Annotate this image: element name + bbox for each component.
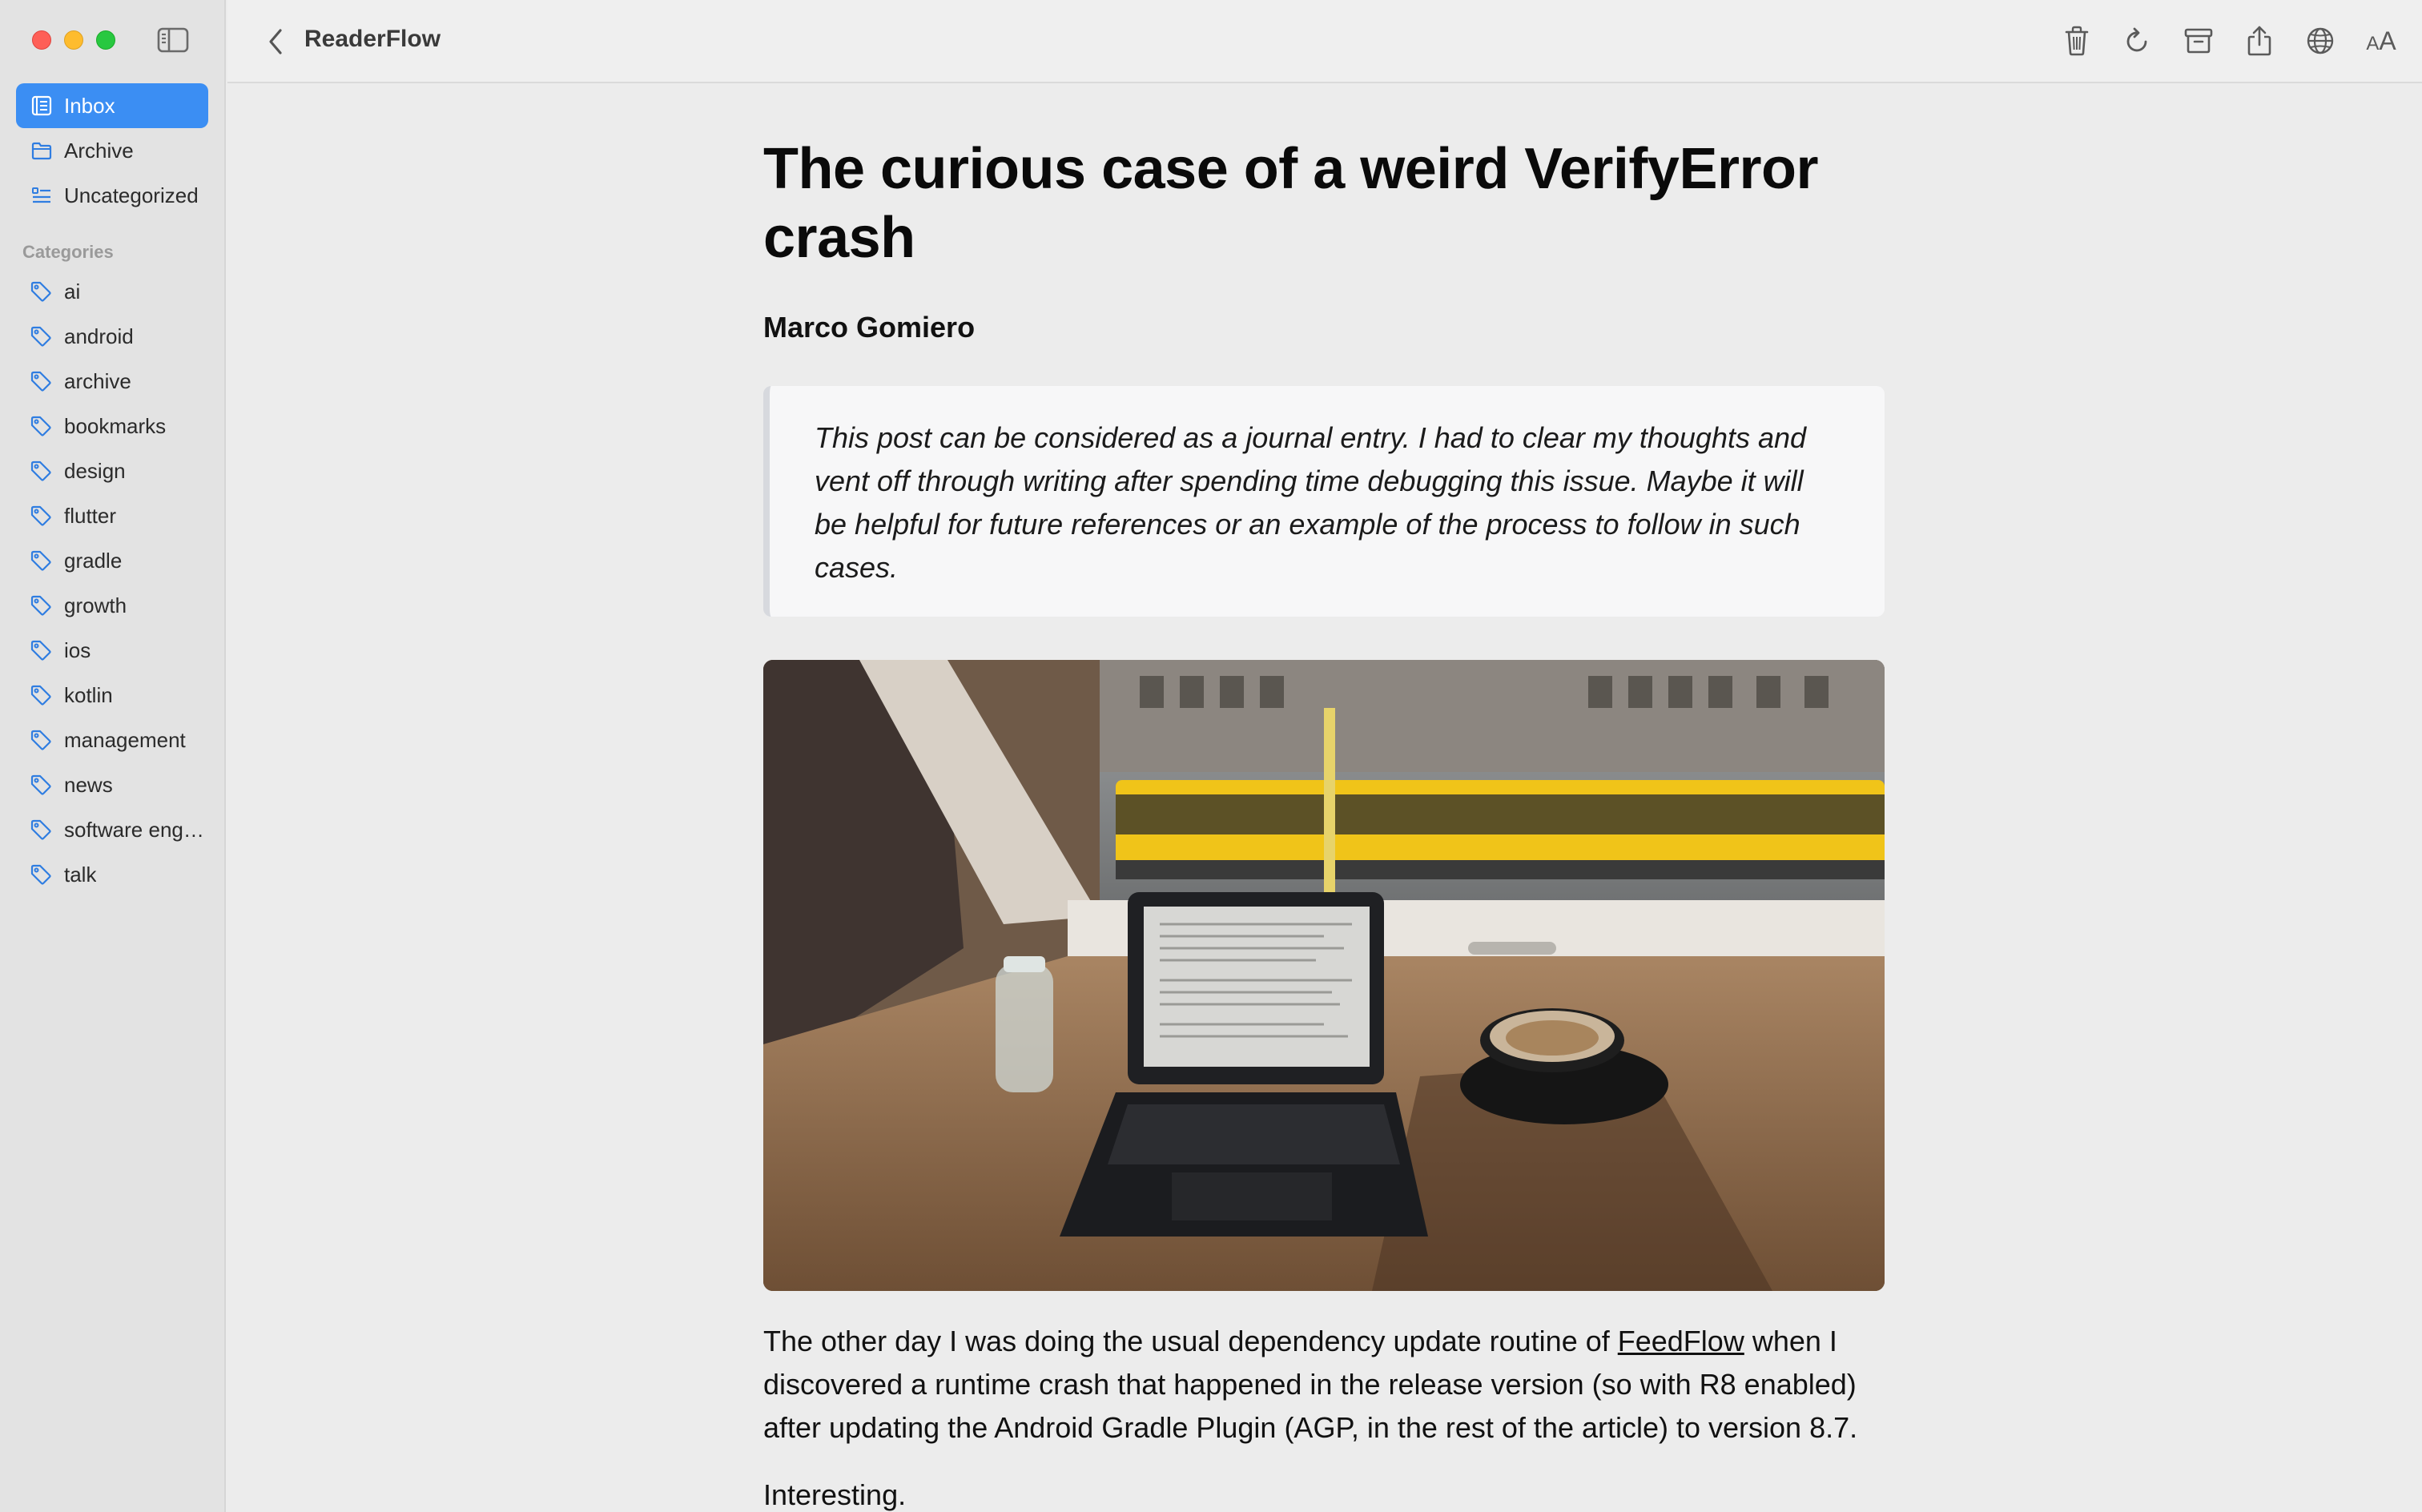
tag-icon bbox=[29, 818, 53, 842]
category-label: management bbox=[64, 727, 186, 752]
sidebar-item-inbox[interactable]: Inbox bbox=[16, 83, 208, 128]
category-label: archive bbox=[64, 368, 131, 393]
sidebar-item-category[interactable]: management bbox=[16, 718, 208, 762]
trash-icon bbox=[2065, 26, 2089, 56]
sidebar-item-category[interactable]: gradle bbox=[16, 538, 208, 583]
back-button[interactable] bbox=[260, 24, 292, 59]
sidebar-item-label: Inbox bbox=[64, 93, 115, 118]
article-blockquote: This post can be considered as a journal… bbox=[763, 386, 1885, 617]
tag-icon bbox=[29, 369, 53, 393]
sidebar-item-category[interactable]: archive bbox=[16, 359, 208, 404]
sidebar-item-category[interactable]: design bbox=[16, 448, 208, 493]
sidebar-item-archive[interactable]: Archive bbox=[16, 128, 208, 173]
article: The curious case of a weird VerifyError … bbox=[763, 135, 1885, 1512]
refresh-button[interactable] bbox=[2121, 22, 2154, 59]
tag-icon bbox=[29, 593, 53, 617]
sidebar-nav: Inbox Archive Uncategorized bbox=[16, 83, 208, 218]
globe-icon bbox=[2307, 27, 2334, 54]
category-label: bookmarks bbox=[64, 413, 167, 438]
article-title: The curious case of a weird VerifyError … bbox=[763, 137, 1819, 270]
category-label: design bbox=[64, 458, 126, 483]
maximize-window-button[interactable] bbox=[96, 30, 115, 50]
sidebar-item-category[interactable]: flutter bbox=[16, 493, 208, 538]
category-label: growth bbox=[64, 593, 127, 617]
minimize-window-button[interactable] bbox=[64, 30, 83, 50]
text-size-button[interactable]: AA bbox=[2364, 22, 2398, 59]
text-size-icon: AA bbox=[2366, 26, 2396, 55]
categories-header: Categories bbox=[22, 242, 114, 262]
sidebar-item-category[interactable]: ios bbox=[16, 628, 208, 673]
sidebar-item-label: Archive bbox=[64, 138, 134, 163]
open-in-browser-button[interactable] bbox=[2303, 22, 2337, 59]
app-title: ReaderFlow bbox=[304, 26, 441, 52]
delete-button[interactable] bbox=[2060, 22, 2094, 59]
tag-icon bbox=[29, 504, 53, 528]
chevron-left-icon bbox=[269, 29, 282, 54]
share-button[interactable] bbox=[2243, 22, 2276, 59]
category-label: android bbox=[64, 324, 134, 348]
category-label: ios bbox=[64, 637, 91, 662]
list-icon bbox=[30, 184, 53, 207]
sidebar-item-label: Uncategorized bbox=[64, 183, 199, 207]
sidebar-item-uncategorized[interactable]: Uncategorized bbox=[16, 173, 208, 218]
sidebar-item-category[interactable]: software engineering bbox=[16, 807, 208, 852]
tag-icon bbox=[29, 728, 53, 752]
refresh-icon bbox=[2126, 27, 2147, 52]
sidebar-item-category[interactable]: bookmarks bbox=[16, 404, 208, 448]
article-author: Marco Gomiero bbox=[763, 311, 976, 344]
share-icon bbox=[2247, 26, 2271, 56]
tag-icon bbox=[29, 638, 53, 662]
inbox-icon bbox=[30, 94, 53, 117]
text-segment: The other day I was doing the usual depe… bbox=[763, 1325, 1618, 1357]
category-label: talk bbox=[64, 862, 97, 887]
category-label: kotlin bbox=[64, 682, 113, 707]
categories-list: ai android archive bookmarks design flut… bbox=[16, 269, 208, 897]
paragraph: Interesting. bbox=[763, 1478, 907, 1511]
window-controls bbox=[32, 30, 115, 50]
tag-icon bbox=[29, 279, 53, 304]
sidebar-item-category[interactable]: news bbox=[16, 762, 208, 807]
app-window: Inbox Archive Uncategorized Categories a… bbox=[0, 0, 2422, 1512]
folder-icon bbox=[30, 139, 53, 162]
category-label: ai bbox=[64, 279, 81, 304]
close-window-button[interactable] bbox=[32, 30, 51, 50]
paragraph: The other day I was doing the usual depe… bbox=[763, 1320, 1885, 1450]
toolbar-actions: AA bbox=[2060, 22, 2398, 59]
sidebar-item-category[interactable]: ai bbox=[16, 269, 208, 314]
tag-icon bbox=[29, 549, 53, 573]
feedflow-link[interactable]: FeedFlow bbox=[1618, 1325, 1744, 1357]
sidebar-toggle-icon[interactable] bbox=[157, 27, 189, 53]
category-label: software engineering bbox=[64, 817, 208, 842]
archive-box-icon bbox=[2184, 28, 2213, 54]
quote-text: This post can be considered as a journal… bbox=[815, 421, 1807, 584]
article-hero-image bbox=[763, 660, 1885, 1291]
sidebar-item-category[interactable]: growth bbox=[16, 583, 208, 628]
sidebar: Inbox Archive Uncategorized Categories a… bbox=[0, 0, 226, 1512]
toolbar: ReaderFlow A A bbox=[227, 0, 2422, 83]
category-label: gradle bbox=[64, 548, 123, 573]
tag-icon bbox=[29, 459, 53, 483]
tag-icon bbox=[29, 863, 53, 887]
category-label: flutter bbox=[64, 503, 117, 528]
archive-button[interactable] bbox=[2182, 22, 2215, 59]
article-body: The other day I was doing the usual depe… bbox=[763, 1320, 1885, 1512]
category-label: news bbox=[64, 772, 113, 797]
tag-icon bbox=[29, 683, 53, 707]
sidebar-item-category[interactable]: android bbox=[16, 314, 208, 359]
tag-icon bbox=[29, 773, 53, 797]
tag-icon bbox=[29, 324, 53, 348]
sidebar-item-category[interactable]: kotlin bbox=[16, 673, 208, 718]
tag-icon bbox=[29, 414, 53, 438]
sidebar-item-category[interactable]: talk bbox=[16, 852, 208, 897]
article-view[interactable]: The curious case of a weird VerifyError … bbox=[227, 85, 2422, 1512]
